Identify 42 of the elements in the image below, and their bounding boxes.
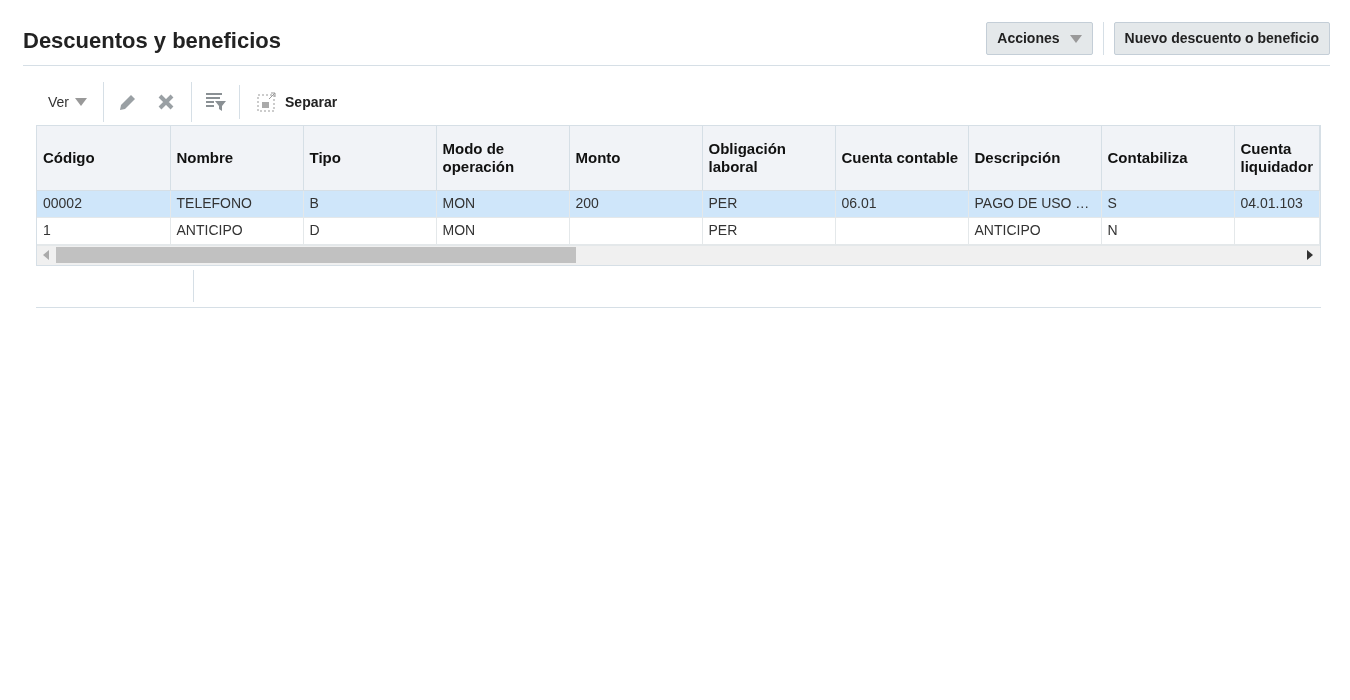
- table-cell: PAGO DE USO …: [968, 190, 1101, 217]
- scroll-left-icon[interactable]: [43, 250, 49, 260]
- column-header[interactable]: Descripción: [968, 126, 1101, 190]
- table-cell: D: [303, 217, 436, 244]
- view-menu[interactable]: Ver: [36, 91, 99, 113]
- column-header[interactable]: Cuenta liquidador: [1234, 126, 1319, 190]
- scrollbar-thumb[interactable]: [56, 247, 576, 263]
- table-cell: 1: [37, 217, 170, 244]
- column-header[interactable]: Tipo: [303, 126, 436, 190]
- column-header[interactable]: Código: [37, 126, 170, 190]
- table-cell: 06.01: [835, 190, 968, 217]
- table-cell: N: [1101, 217, 1234, 244]
- table-cell: PER: [702, 217, 835, 244]
- dropdown-caret-icon: [75, 98, 87, 106]
- table-cell: 04.01.103: [1234, 190, 1319, 217]
- table-cell: TELEFONO: [170, 190, 303, 217]
- column-header[interactable]: Contabiliza: [1101, 126, 1234, 190]
- table-cell: ANTICIPO: [968, 217, 1101, 244]
- column-header[interactable]: Obligación laboral: [702, 126, 835, 190]
- edit-icon[interactable]: [118, 92, 138, 112]
- table-cell: 00002: [37, 190, 170, 217]
- table-cell: MON: [436, 190, 569, 217]
- new-discount-button[interactable]: Nuevo descuento o beneficio: [1113, 22, 1330, 55]
- delete-icon[interactable]: [157, 93, 175, 111]
- table-cell: 200: [569, 190, 702, 217]
- horizontal-scrollbar[interactable]: [37, 244, 1320, 265]
- actions-menu-button[interactable]: Acciones: [986, 22, 1093, 55]
- table-cell: MON: [436, 217, 569, 244]
- table-cell: S: [1101, 190, 1234, 217]
- dropdown-caret-icon: [1069, 34, 1082, 43]
- column-header[interactable]: Modo de operación: [436, 126, 569, 190]
- table-cell: PER: [702, 190, 835, 217]
- column-header[interactable]: Cuenta contable: [835, 126, 968, 190]
- column-header[interactable]: Nombre: [170, 126, 303, 190]
- detach-button[interactable]: Separar: [257, 91, 338, 113]
- detach-icon: [257, 92, 277, 112]
- table-cell: B: [303, 190, 436, 217]
- column-header[interactable]: Monto: [569, 126, 702, 190]
- filter-icon[interactable]: [205, 92, 227, 112]
- table-cell: ANTICIPO: [170, 217, 303, 244]
- scroll-right-icon[interactable]: [1307, 250, 1313, 260]
- page-title: Descuentos y beneficios: [23, 27, 281, 55]
